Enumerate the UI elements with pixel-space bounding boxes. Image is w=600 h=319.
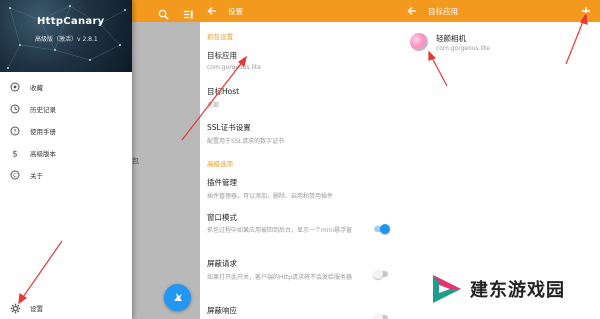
- setting-window-mode-title[interactable]: 窗口模式: [207, 212, 237, 223]
- capture-fab[interactable]: [164, 284, 191, 311]
- setting-block-request-value: 如果打开此开关，客户端的Http请求将不会发给服务器: [207, 274, 353, 281]
- setting-target-app-value: com.gorgeous.lite: [207, 64, 261, 71]
- block-response-toggle[interactable]: [373, 313, 388, 319]
- menu-label: 高级版本: [30, 150, 56, 158]
- copyright-icon: C: [0, 170, 30, 180]
- capture-icon: [172, 288, 184, 307]
- add-app-button[interactable]: [578, 2, 594, 20]
- back-button[interactable]: [400, 6, 424, 16]
- settings-app-bar: 设置: [200, 0, 400, 22]
- app-package: com.gorgeous.lite: [436, 45, 490, 52]
- svg-text:C: C: [13, 173, 17, 179]
- menu-item-premium[interactable]: $ 高级版本: [0, 142, 132, 164]
- search-icon[interactable]: [158, 5, 169, 24]
- filter-icon[interactable]: [183, 5, 194, 24]
- plus-icon: [582, 7, 590, 15]
- navigation-drawer: HttpCanary 高级版（激活）v 2.8.1 收藏 历史记录 ? 使用手册…: [0, 0, 132, 319]
- setting-window-mode-value: 抓包过程中如果应用被回到后台，显示一个mini悬浮窗: [207, 227, 352, 234]
- menu-item-settings[interactable]: 设置: [0, 297, 132, 319]
- watermark-text: 建东游戏园: [470, 280, 565, 301]
- back-button[interactable]: [200, 6, 224, 16]
- setting-ssl-title[interactable]: SSL证书设置: [207, 122, 251, 133]
- svg-text:?: ?: [13, 128, 16, 135]
- app-name: 轻颜相机: [436, 34, 466, 43]
- app-title: HttpCanary: [37, 16, 105, 27]
- target-apps-app-bar: 目标应用: [400, 0, 600, 22]
- page-title: 设置: [228, 6, 243, 16]
- back-arrow-icon: [207, 7, 216, 15]
- back-arrow-icon: [407, 7, 416, 15]
- toggle-knob: [380, 224, 390, 234]
- help-icon: ?: [0, 126, 30, 136]
- setting-target-host-value: 全部: [207, 102, 220, 109]
- setting-plugin-value: 插件管理器，可以添加、删除、启用和禁用插件: [207, 193, 334, 200]
- setting-target-app-title[interactable]: 目标应用: [207, 50, 237, 61]
- setting-ssl-value: 配置用于SSL请求的数字证书: [207, 138, 284, 145]
- setting-block-response-title[interactable]: 屏蔽响应: [207, 305, 237, 316]
- dollar-icon: $: [0, 148, 30, 159]
- menu-label: 关于: [30, 172, 43, 180]
- menu-item-history[interactable]: 历史记录: [0, 98, 132, 120]
- setting-plugin-title[interactable]: 插件管理: [207, 177, 237, 188]
- toggle-knob: [373, 269, 383, 279]
- background-text: 包: [132, 157, 139, 165]
- window-mode-toggle[interactable]: [374, 224, 390, 234]
- section-header-advanced: 高级选项: [207, 160, 233, 168]
- menu-item-about[interactable]: C 关于: [0, 164, 132, 186]
- setting-target-host-title[interactable]: 目标Host: [207, 86, 239, 97]
- menu-label: 收藏: [30, 84, 43, 92]
- collections-icon: [0, 82, 30, 92]
- toggle-knob: [373, 313, 383, 319]
- drawer-header: HttpCanary 高级版（激活）v 2.8.1: [0, 0, 132, 72]
- background-toolbar-actions: [158, 5, 194, 24]
- menu-item-collections[interactable]: 收藏: [0, 76, 132, 98]
- page-title: 目标应用: [428, 6, 458, 16]
- section-header-capture: 抓包设置: [207, 33, 233, 41]
- block-request-toggle[interactable]: [373, 269, 388, 279]
- watermark-logo-icon: [433, 275, 461, 303]
- menu-label: 使用手册: [30, 128, 56, 136]
- gear-icon: [0, 303, 30, 314]
- target-apps-screen: 目标应用 轻颜相机 com.gorgeous.lite 建东游戏园: [400, 0, 600, 319]
- history-icon: [0, 104, 30, 114]
- svg-text:$: $: [12, 150, 18, 159]
- settings-label: 设置: [30, 305, 43, 313]
- app-version: 高级版（激活）v 2.8.1: [35, 36, 98, 43]
- drawer-screen: 包 HttpCanary 高级版（激活）v 2.8.1 收藏 历史记录 ? 使用…: [0, 0, 200, 319]
- settings-screen: 设置 抓包设置 目标应用 com.gorgeous.lite 目标Host 全部…: [200, 0, 400, 319]
- watermark: 建东游戏园: [430, 272, 565, 306]
- app-icon: [410, 33, 428, 51]
- setting-block-request-title[interactable]: 屏蔽请求: [207, 258, 237, 269]
- menu-item-manual[interactable]: ? 使用手册: [0, 120, 132, 142]
- menu-label: 历史记录: [30, 106, 56, 114]
